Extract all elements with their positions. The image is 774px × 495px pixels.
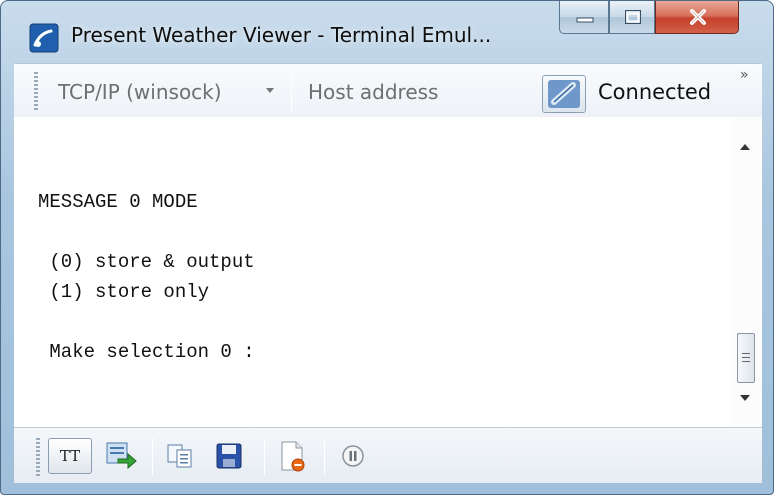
bottom-toolbar: TT xyxy=(14,427,762,483)
title-bar[interactable]: Present Weather Viewer - Terminal Emul..… xyxy=(1,1,773,61)
scroll-thumb[interactable] xyxy=(737,333,755,383)
maximize-icon xyxy=(625,10,641,24)
close-icon xyxy=(690,9,706,25)
save-icon xyxy=(216,443,242,469)
thumb-grip-line xyxy=(742,361,750,362)
pause-button[interactable] xyxy=(336,438,370,474)
app-logo-icon xyxy=(29,23,59,53)
close-button[interactable] xyxy=(655,1,739,34)
toolbar-separator xyxy=(291,72,292,112)
new-log-button[interactable] xyxy=(276,438,310,474)
thumb-grip-line xyxy=(742,353,750,354)
connection-status: Connected xyxy=(598,80,712,104)
plug-icon xyxy=(548,80,580,108)
connection-toolbar: TCP/IP (winsock) Host address Connected … xyxy=(14,63,762,117)
chevron-down-icon[interactable] xyxy=(266,88,274,93)
maximize-button[interactable] xyxy=(609,1,655,34)
terminal-line: Make selection 0 : xyxy=(38,341,255,363)
terminal-line: (0) store & output xyxy=(38,251,255,273)
terminal-line: MESSAGE 0 MODE xyxy=(38,191,198,213)
toolbar-separator xyxy=(324,438,325,476)
terminal-line: (1) store only xyxy=(38,281,210,303)
copy-icon xyxy=(167,444,192,468)
toolbar-overflow-icon[interactable]: » xyxy=(740,68,749,82)
caption-buttons xyxy=(559,1,759,37)
app-window: Present Weather Viewer - Terminal Emul..… xyxy=(0,0,774,495)
toolbar-grip[interactable] xyxy=(36,438,40,476)
window-title: Present Weather Viewer - Terminal Emul..… xyxy=(71,23,492,47)
tt-label: TT xyxy=(59,447,81,465)
terminal-lines: MESSAGE 0 MODE (0) store & output (1) st… xyxy=(38,157,698,367)
scroll-up-icon[interactable] xyxy=(740,144,750,150)
transport-dropdown[interactable]: TCP/IP (winsock) xyxy=(58,78,222,106)
tt-toggle-button[interactable]: TT xyxy=(48,438,92,474)
send-file-button[interactable] xyxy=(104,438,138,474)
copy-button[interactable] xyxy=(164,438,198,474)
save-button[interactable] xyxy=(212,438,246,474)
pause-icon xyxy=(342,445,364,467)
host-address-field[interactable]: Host address xyxy=(308,78,438,106)
vertical-scrollbar[interactable] xyxy=(732,117,762,427)
terminal-output[interactable]: MESSAGE 0 MODE (0) store & output (1) st… xyxy=(14,117,762,427)
minimize-icon xyxy=(576,17,594,23)
toolbar-separator xyxy=(152,438,153,476)
connect-button[interactable] xyxy=(542,75,586,113)
log-file-icon xyxy=(281,441,305,472)
thumb-grip-line xyxy=(742,357,750,358)
minimize-button[interactable] xyxy=(559,1,609,34)
send-file-icon xyxy=(106,442,137,470)
toolbar-grip[interactable] xyxy=(34,72,38,110)
toolbar-separator xyxy=(264,438,265,476)
scroll-down-icon[interactable] xyxy=(740,395,750,401)
